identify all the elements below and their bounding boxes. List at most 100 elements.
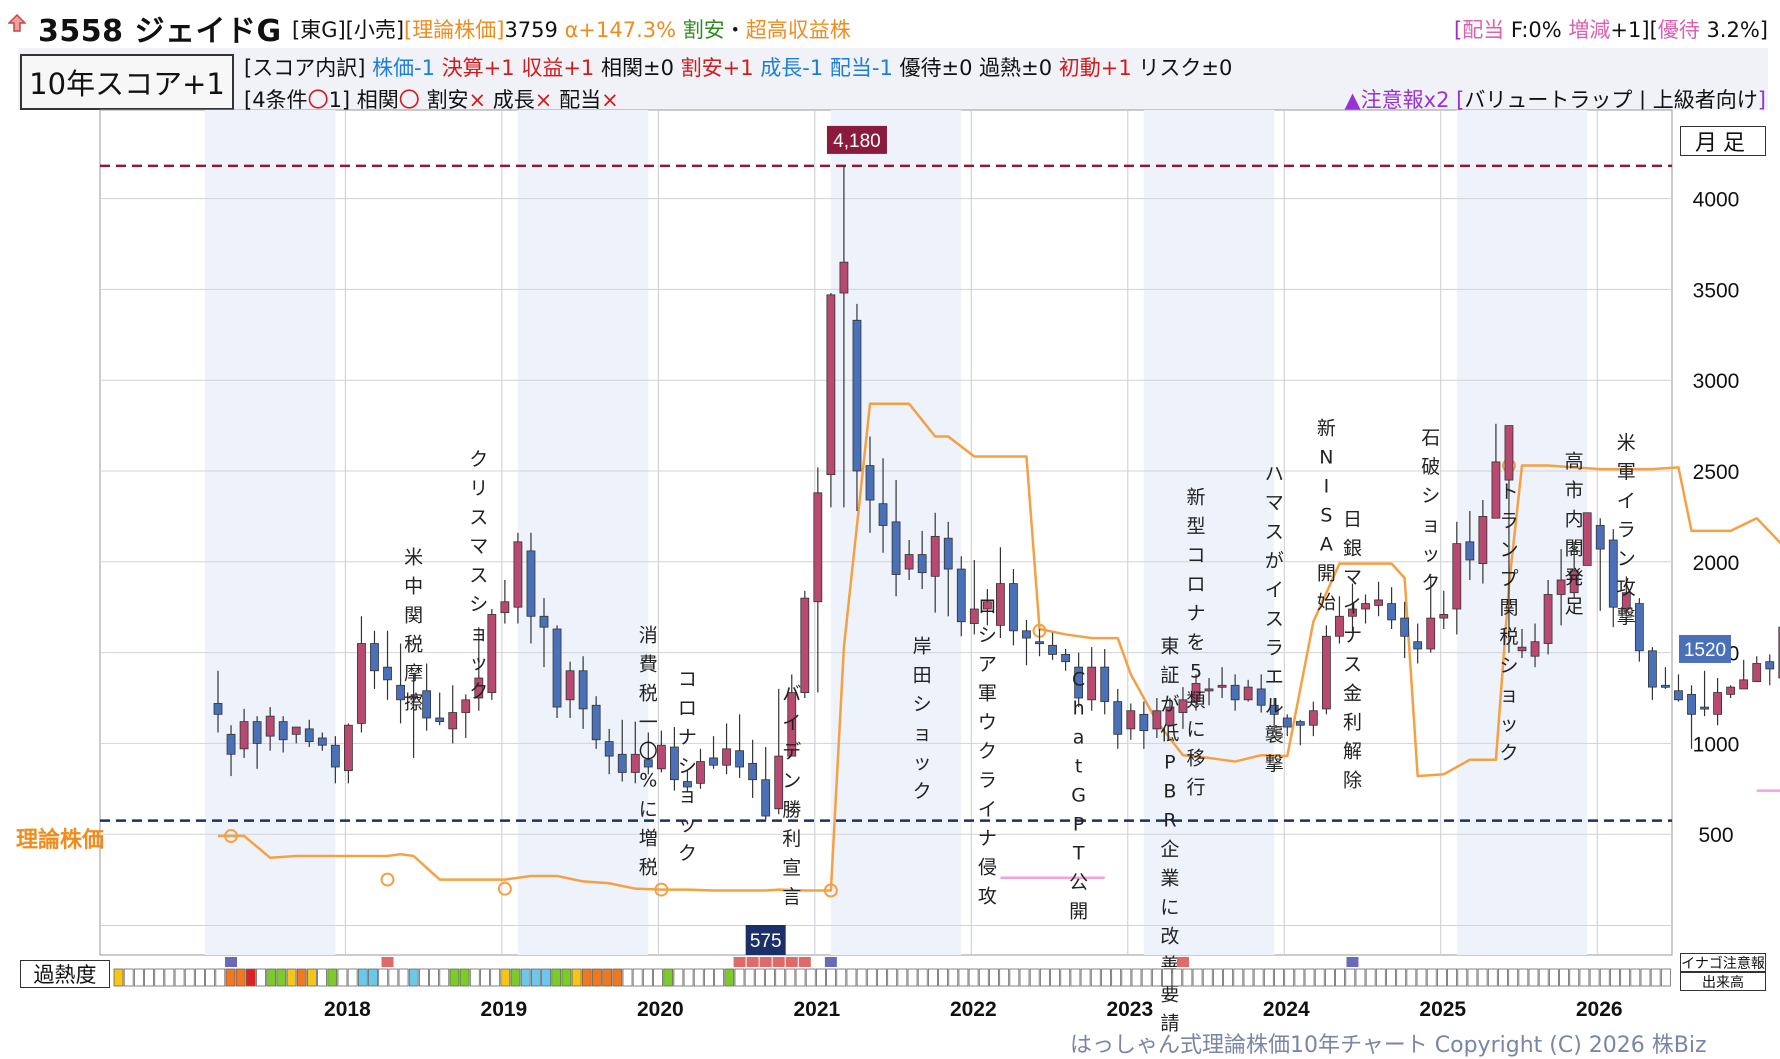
heat-cell — [1569, 968, 1580, 987]
heat-cell — [1345, 968, 1356, 987]
heat-cell — [276, 968, 287, 987]
inago-mark — [1346, 957, 1359, 967]
heat-cell — [724, 968, 735, 987]
monthly-toggle[interactable]: 月足 — [1680, 126, 1766, 156]
heat-cell — [256, 968, 266, 987]
candle-body — [656, 744, 666, 770]
heat-cell — [510, 968, 521, 987]
candle-body — [748, 762, 758, 781]
candle-body — [1595, 525, 1605, 550]
heat-cell — [1477, 968, 1488, 987]
candle-body — [956, 568, 966, 623]
year-band — [517, 110, 649, 955]
candle-body — [1765, 661, 1775, 670]
heat-cell — [856, 968, 867, 987]
candle-body — [1361, 603, 1370, 610]
candle-body — [370, 643, 379, 672]
x-tick-label: 2024 — [1263, 998, 1310, 1021]
candle-body — [878, 503, 888, 526]
heat-cell — [378, 968, 389, 987]
heat-cell — [1070, 968, 1081, 987]
heat-cell — [174, 968, 185, 987]
candle-body — [343, 724, 353, 772]
heat-cell — [418, 968, 429, 987]
heat-label: 過熱度 — [20, 960, 110, 988]
heat-cell — [133, 968, 144, 987]
x-tick-label: 2021 — [793, 998, 840, 1021]
candle-body — [1035, 641, 1044, 645]
candle-body — [1139, 713, 1149, 732]
heat-cell — [816, 968, 826, 987]
event-label: クリスマスショック — [469, 449, 488, 703]
heat-cell — [1039, 968, 1050, 987]
heat-cell — [1610, 968, 1620, 987]
candle-body — [565, 670, 575, 701]
heat-cell — [989, 968, 999, 987]
candle-body — [604, 741, 614, 757]
heat-cell — [439, 968, 450, 987]
inago-mark — [381, 957, 394, 967]
heat-cell — [1172, 968, 1183, 987]
inago-mark — [824, 957, 837, 967]
heat-cell — [205, 968, 216, 987]
high-tag: 4,180 — [833, 131, 881, 152]
heat-cell — [1467, 968, 1478, 987]
y-tick-label: 3000 — [1693, 370, 1740, 393]
inago-mark — [759, 957, 772, 967]
heat-cell — [581, 968, 592, 987]
heat-cell — [1233, 968, 1244, 987]
candle-body — [1217, 684, 1227, 688]
candle-body — [1230, 684, 1240, 701]
heat-cell — [948, 968, 959, 987]
inago-mark — [733, 957, 746, 967]
heat-cell — [1528, 968, 1539, 987]
candle-body — [591, 704, 601, 741]
heat-cell — [826, 968, 836, 987]
heat-cell — [693, 968, 704, 987]
x-tick-label: 2026 — [1576, 998, 1623, 1021]
heat-cell — [632, 968, 643, 987]
candle-body — [1413, 641, 1423, 650]
low-tag: 575 — [750, 931, 782, 952]
heat-cell — [1141, 968, 1152, 987]
y-tick-label: 500 — [1698, 824, 1733, 847]
event-label: ロシア軍ウクライナ侵攻 — [978, 596, 997, 908]
candle-body — [252, 721, 262, 744]
heat-cell — [968, 968, 979, 987]
x-tick-label: 2022 — [950, 998, 997, 1021]
year-band — [1456, 110, 1588, 955]
footer-copyright: はっしゃん式理論株価10年チャート Copyright (C) 2026 株Bi… — [1070, 1033, 1707, 1058]
candle-body — [617, 753, 627, 773]
candle-body — [1752, 663, 1762, 683]
candle-body — [1282, 717, 1292, 728]
candle-body — [1661, 684, 1670, 688]
heat-cell — [1335, 968, 1345, 987]
volume-label: 出来高 — [1680, 972, 1766, 991]
heat-cell — [1263, 968, 1274, 987]
heat-cell — [1498, 968, 1508, 987]
heat-cell — [1416, 968, 1427, 987]
heat-cell — [164, 968, 175, 987]
inago-mark — [772, 957, 785, 967]
candle-body — [696, 761, 705, 784]
heat-cell — [449, 968, 460, 987]
heat-cell — [480, 968, 490, 987]
heat-cell — [1182, 968, 1193, 987]
x-tick-label: 2018 — [324, 998, 371, 1021]
heat-cell — [1009, 968, 1020, 987]
heat-cell — [1457, 968, 1468, 987]
heat-cell — [1090, 968, 1101, 987]
candle-body — [1100, 666, 1110, 703]
heat-cell — [1447, 968, 1457, 987]
candle-body — [1517, 646, 1527, 652]
heat-cell — [429, 968, 439, 987]
candle-body — [1113, 701, 1123, 735]
heat-cell — [530, 968, 541, 987]
candle-body — [539, 615, 549, 628]
heat-cell — [1630, 968, 1641, 987]
heat-cell — [1223, 968, 1234, 987]
inago-mark — [746, 957, 759, 967]
candle-body — [1048, 644, 1057, 655]
candle-body — [226, 733, 236, 755]
heat-cell — [1243, 968, 1254, 987]
